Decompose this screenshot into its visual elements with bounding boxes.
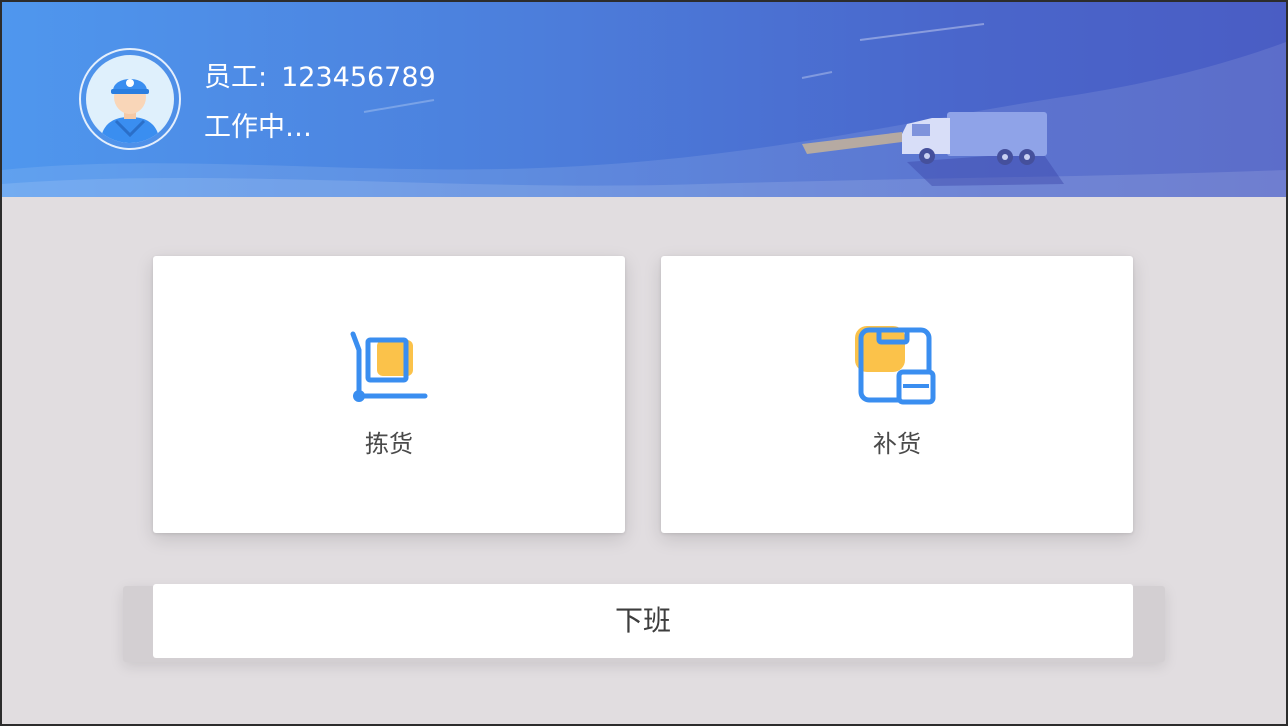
- work-status: 工作中…: [204, 112, 312, 143]
- header-banner: 员工: 123456789 工作中…: [2, 2, 1286, 197]
- cart-box-icon: [350, 331, 428, 402]
- clipboard-restock-icon: [855, 326, 936, 405]
- employee-id: 123456789: [281, 62, 436, 93]
- restock-label: 补货: [873, 430, 921, 458]
- worker-avatar-icon: [86, 55, 174, 143]
- header-illustration: [2, 23, 1286, 197]
- avatar[interactable]: [79, 48, 181, 150]
- pick-goods-button[interactable]: 拣货: [153, 256, 625, 533]
- employee-info: 员工: 123456789: [204, 58, 436, 98]
- app-screen: 员工: 123456789 工作中… 拣货 补货 下班: [2, 2, 1286, 724]
- off-work-button[interactable]: 下班: [153, 584, 1133, 658]
- pick-goods-label: 拣货: [365, 430, 413, 458]
- restock-button[interactable]: 补货: [661, 256, 1133, 533]
- employee-label: 员工:: [204, 62, 268, 93]
